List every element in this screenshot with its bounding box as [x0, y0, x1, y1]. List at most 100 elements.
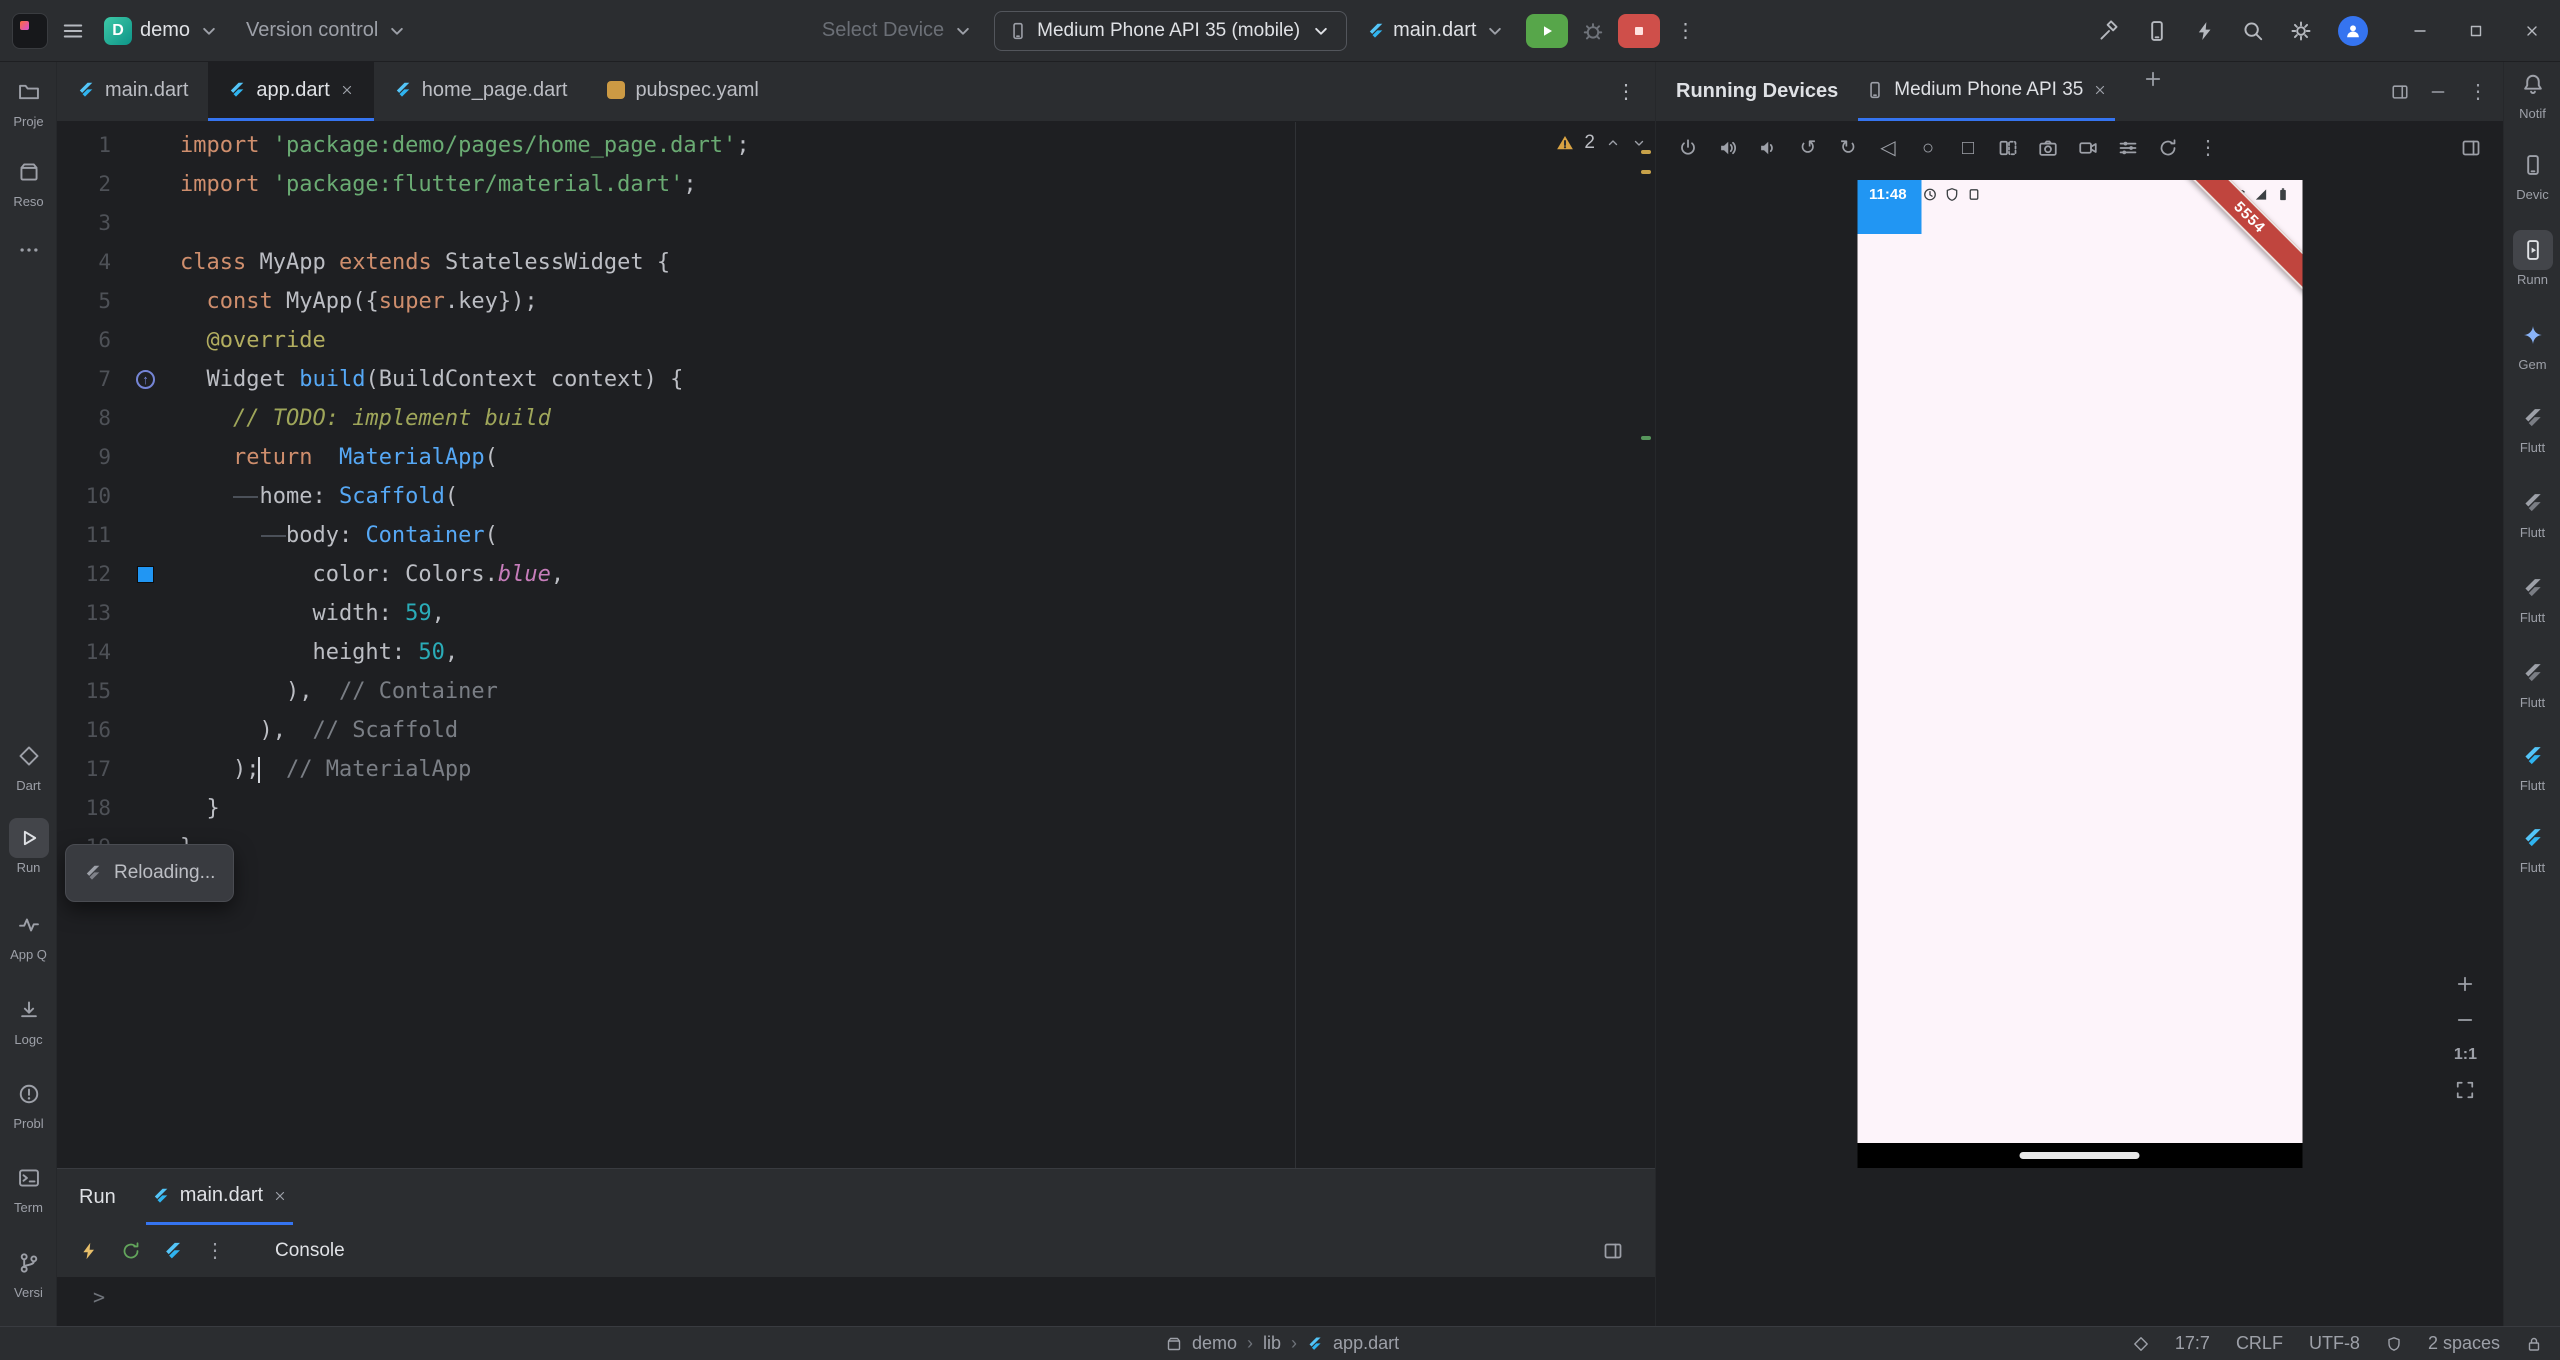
vcs-selector[interactable]: Version control — [240, 19, 414, 42]
file-encoding[interactable]: UTF-8 — [2309, 1333, 2360, 1354]
code-line[interactable]: 1 import 'package:demo/pages/home_page.da… — [57, 126, 1655, 165]
editor-tab-home_page-dart[interactable]: home_page.dart — [374, 62, 588, 121]
editor-tab-app-dart[interactable]: app.dart — [208, 62, 374, 121]
tool-stripe-more-tool-windows[interactable] — [4, 230, 53, 270]
run-tab-main-dart[interactable]: main.dart — [145, 1169, 294, 1225]
code-line[interactable]: 7 ↑ Widget build(BuildContext context) { — [57, 360, 1655, 399]
tool-stripe-logcat[interactable]: Logc — [4, 990, 53, 1047]
line-number[interactable]: 18 — [57, 789, 111, 828]
console-output[interactable]: > — [57, 1277, 1655, 1326]
tool-stripe-resource-manager[interactable]: Reso — [4, 152, 53, 209]
scrollbar-warning-mark[interactable] — [1641, 150, 1651, 154]
device-power-button[interactable] — [1670, 131, 1706, 165]
layout-settings-button[interactable] — [1595, 1234, 1631, 1268]
zoom-reset-button[interactable]: 1:1 — [2454, 1046, 2477, 1064]
tool-stripe-flutter-performance[interactable]: Flutt — [2508, 568, 2557, 625]
scrollbar-warning-mark[interactable] — [1641, 170, 1651, 174]
line-number[interactable]: 12 — [57, 555, 111, 594]
line-number[interactable]: 5 — [57, 282, 111, 321]
code-line[interactable]: 2 import 'package:flutter/material.dart'; — [57, 165, 1655, 204]
tool-stripe-flutter-devtools[interactable]: Flutt — [2508, 653, 2557, 710]
code-line[interactable]: 6 @override — [57, 321, 1655, 360]
code-line[interactable]: 15 ), // Container — [57, 672, 1655, 711]
line-number[interactable]: 3 — [57, 204, 111, 243]
tool-stripe-notifications[interactable]: Notif — [2508, 64, 2557, 121]
device-settings-button[interactable] — [2110, 131, 2146, 165]
console-tab[interactable]: Console — [275, 1240, 345, 1262]
line-number[interactable]: 2 — [57, 165, 111, 204]
run-options-button[interactable]: ⋮ — [197, 1234, 233, 1268]
tool-stripe-dart-analysis[interactable]: Dart — [4, 736, 53, 793]
line-number[interactable]: 7 — [57, 360, 111, 399]
next-problem-button[interactable] — [1631, 135, 1647, 151]
hot-restart-button[interactable] — [113, 1234, 149, 1268]
project-selector[interactable]: D demo — [98, 16, 226, 45]
tool-stripe-run[interactable]: Run — [4, 818, 53, 875]
device-back-button[interactable]: ◁ — [1870, 131, 1906, 165]
tool-stripe-terminal[interactable]: Term — [4, 1158, 53, 1215]
breadcrumb-file[interactable]: app.dart — [1333, 1333, 1399, 1354]
device-rotate-right-button[interactable]: ↻ — [1830, 131, 1866, 165]
editor-tab-main-dart[interactable]: main.dart — [57, 62, 208, 121]
main-menu-icon[interactable] — [62, 20, 84, 42]
lock-icon[interactable] — [2526, 1336, 2542, 1352]
app-logo-icon[interactable] — [12, 12, 48, 49]
code-line[interactable]: 18 } — [57, 789, 1655, 828]
panel-options-button[interactable]: ⋮ — [2467, 81, 2489, 103]
prev-problem-button[interactable] — [1605, 135, 1621, 151]
add-device-button[interactable] — [2135, 62, 2171, 96]
line-number[interactable]: 9 — [57, 438, 111, 477]
tool-stripe-flutter-outline[interactable]: Flutt — [2508, 398, 2557, 455]
minimize-button[interactable] — [2392, 0, 2448, 62]
line-number[interactable]: 16 — [57, 711, 111, 750]
tool-stripe-version-control[interactable]: Versi — [4, 1243, 53, 1300]
close-icon[interactable] — [273, 1189, 287, 1203]
code-line[interactable]: 17 ); // MaterialApp — [57, 750, 1655, 789]
avatar[interactable] — [2338, 15, 2369, 46]
line-number[interactable]: 17 — [57, 750, 111, 789]
device-selector-dropdown[interactable]: Medium Phone API 35 (mobile) — [994, 10, 1348, 51]
tool-stripe-device-manager[interactable]: Devic — [2508, 145, 2557, 202]
open-devtools-button[interactable] — [155, 1234, 191, 1268]
device-screen-record-button[interactable] — [2070, 131, 2106, 165]
tool-stripe-flutter-run[interactable]: Flutt — [2508, 818, 2557, 875]
settings-button[interactable] — [2290, 20, 2312, 42]
line-number[interactable]: 4 — [57, 243, 111, 282]
device-restart-button[interactable] — [2150, 131, 2186, 165]
tool-stripe-problems[interactable]: Probl — [4, 1074, 53, 1131]
inspections-widget[interactable]: 2 — [1556, 132, 1647, 154]
line-number[interactable]: 6 — [57, 321, 111, 360]
breadcrumb-folder[interactable]: lib — [1263, 1333, 1281, 1354]
code-editor[interactable]: 1 import 'package:demo/pages/home_page.da… — [57, 122, 1655, 1168]
line-number[interactable]: 1 — [57, 126, 111, 165]
code-line[interactable]: 3 — [57, 204, 1655, 243]
emulator-screen[interactable]: 11:48 3G 5554 — [1857, 180, 2302, 1168]
code-line[interactable]: 13 width: 59, — [57, 594, 1655, 633]
dart-analysis-icon[interactable] — [2133, 1336, 2149, 1352]
line-number[interactable]: 15 — [57, 672, 111, 711]
code-line[interactable]: 16 ), // Scaffold — [57, 711, 1655, 750]
code-line[interactable]: 9 return MaterialApp( — [57, 438, 1655, 477]
code-line[interactable]: 5 const MyApp({super.key}); — [57, 282, 1655, 321]
more-run-actions-button[interactable]: ⋮ — [1674, 20, 1696, 42]
line-separator[interactable]: CRLF — [2236, 1333, 2283, 1354]
line-number[interactable]: 10 — [57, 477, 111, 516]
tool-stripe-app-quality-insights[interactable]: App Q — [4, 905, 53, 962]
line-number[interactable]: 8 — [57, 399, 111, 438]
device-volume-up-button[interactable] — [1710, 131, 1746, 165]
close-icon[interactable] — [2093, 83, 2107, 97]
zoom-fit-button[interactable] — [2455, 1080, 2475, 1100]
device-home-button[interactable]: ○ — [1910, 131, 1946, 165]
indent-setting[interactable]: 2 spaces — [2428, 1333, 2500, 1354]
caret-position[interactable]: 17:7 — [2175, 1333, 2210, 1354]
device-manager-button[interactable] — [2146, 20, 2168, 42]
editor-tab-pubspec-yaml[interactable]: pubspec.yaml — [587, 62, 778, 121]
line-number[interactable]: 14 — [57, 633, 111, 672]
override-gutter-icon[interactable]: ↑ — [136, 370, 155, 389]
search-everywhere-button[interactable] — [2242, 20, 2264, 42]
code-line[interactable]: 8 // TODO: implement build — [57, 399, 1655, 438]
code-line[interactable]: 19} — [57, 828, 1655, 867]
color-preview-gutter-icon[interactable] — [137, 566, 154, 583]
debug-button[interactable] — [1582, 20, 1604, 42]
device-rotate-left-button[interactable]: ↺ — [1790, 131, 1826, 165]
